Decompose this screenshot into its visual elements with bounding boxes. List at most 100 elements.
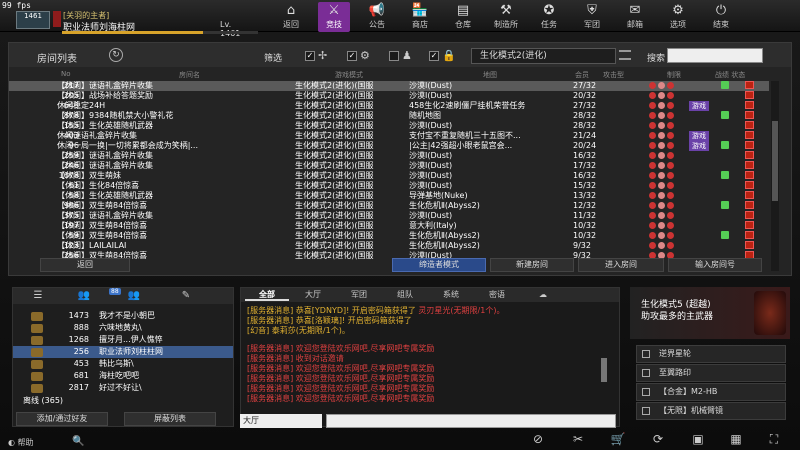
play-icon[interactable] [745,151,754,159]
friend-row[interactable]: 2817 好过不好让\ [13,382,233,394]
play-icon[interactable] [745,171,754,179]
play-icon[interactable] [745,241,754,249]
play-icon[interactable] [745,101,754,109]
enter-room-button[interactable]: 进入房间 [578,258,664,272]
chat-tab[interactable]: ☁ [521,289,565,301]
calendar-icon[interactable]: ▦ [728,432,744,446]
room-row[interactable]: 123 【休闲】LAILAILAI 生化模式2(进化)(国服 生化危机Ⅱ(Abyss2… [9,241,769,251]
chat-input[interactable] [326,414,616,428]
play-icon[interactable] [745,131,754,139]
cart-icon[interactable]: 🛒 [610,432,626,446]
nav-power[interactable]: ⏻ 结束 [705,2,737,32]
play-icon[interactable] [745,221,754,229]
friend-row[interactable]: 888 六味地黄丸\ [13,322,233,334]
filter-checkbox-lock[interactable]: ✓ 🔒 [429,49,469,63]
nav-gear[interactable]: ⚙ 选项 [662,2,694,32]
room-row[interactable]: 205 【休闲】战场补给答题奖励 生化模式2(进化)(国服 沙漠Ⅰ(Dust) 20/3… [9,91,769,101]
room-row[interactable]: 375 【休闲】谜语礼盒碎片收集 生化模式2(进化)(国服 沙漠Ⅰ(Dust) 11/3… [9,211,769,221]
nav-megaphone[interactable]: 📢 公告 [361,2,393,32]
filter-checkbox-soldier[interactable]: ✓ ✢ [305,49,345,63]
tab-friends[interactable]: 👥 [73,290,95,302]
tab-friends-list[interactable]: ☰ [27,290,49,302]
block-list-button[interactable]: 屏蔽列表 [124,412,216,426]
play-icon[interactable] [745,121,754,129]
nav-versus[interactable]: ⚔ 竞技 [318,2,350,32]
room-row[interactable]: 59 【休闲】双生萌84倍惊喜 生化模式2(进化)(国服 生化危机Ⅱ(Abyss2) 1… [9,231,769,241]
play-icon[interactable] [745,201,754,209]
promo-banner[interactable]: 生化模式5 (超越) 助攻最多的主武器 [630,287,790,339]
col-no[interactable]: No [61,70,71,78]
nav-shop[interactable]: 🏪 商店 [404,2,436,32]
col-map[interactable]: 地图 [483,70,497,80]
friend-row[interactable]: 453 韩比乌斯\ [13,358,233,370]
nav-clan[interactable]: ⛨ 军团 [576,2,608,32]
play-icon[interactable] [745,191,754,199]
col-weapons[interactable]: 制限 [667,70,681,80]
back-button[interactable]: 返回 [40,258,130,272]
room-row[interactable]: 403 休闲谜语礼盒碎片收集 生化模式2(进化)(国服 支付宝不重复随机三十五图不..… [9,131,769,141]
room-scrollbar[interactable] [771,81,779,271]
col-players[interactable]: 会员 [575,70,589,80]
room-row[interactable]: 217 【休闲】谜语礼盒碎片收集 生化模式2(进化)(国服 沙漠Ⅰ(Dust) 27/3… [9,81,769,91]
offline-group[interactable]: 离线 (365) [23,395,63,406]
room-row[interactable]: 246 【休闲】谜语礼盒碎片收集 生化模式2(进化)(国服 沙漠Ⅰ(Dust) 17/3… [9,161,769,171]
new-room-button[interactable]: 新建房间 [490,258,574,272]
nav-warehouse[interactable]: ▤ 仓库 [447,2,479,32]
filter-checkbox-players[interactable]: ♟ [389,49,429,63]
play-icon[interactable] [745,231,754,239]
play-icon[interactable] [745,211,754,219]
wrench-icon[interactable]: ✂ [570,432,586,446]
play-icon[interactable] [745,181,754,189]
friend-row[interactable]: 256 职业法师刘柱柱网 [13,346,233,358]
chat-tab[interactable]: 全部 [245,289,289,301]
search-input[interactable] [667,48,763,63]
play-icon[interactable] [745,111,754,119]
list-view-icon[interactable] [619,50,631,60]
item-button-1[interactable]: 逆界星轮 [636,345,786,363]
enter-room-number-button[interactable]: 输入房间号 [668,258,762,272]
room-row[interactable]: 197 【休闲】双生萌84倍惊喜 生化模式2(进化)(国服 意大利(Italy) 10/… [9,221,769,231]
compass-icon[interactable]: ⊘ [530,432,546,446]
col-stats[interactable]: 战绩 状态 [715,70,745,80]
room-row[interactable]: 1078 【休闲】双生萌妹 生化模式2(进化)(国服 沙漠Ⅰ(Dust) 16/32 [9,171,769,181]
room-row[interactable]: 259 【休闲】谜语礼盒碎片收集 生化模式2(进化)(国服 沙漠Ⅰ(Dust) 16/3… [9,151,769,161]
col-mode[interactable]: 游戏模式 [335,70,363,80]
col-attack[interactable]: 攻击型 [603,70,624,80]
item-button-2[interactable]: 至翼路印 [636,364,786,382]
chat-tab[interactable]: 军团 [337,289,381,301]
nav-mail[interactable]: ✉ 邮箱 [619,2,651,32]
play-icon[interactable] [745,91,754,99]
chat-scrollbar[interactable] [601,358,607,382]
player-profile[interactable]: 1461 [关羽的主者] 职业法师刘海柱网 Lv. 1461 [10,9,258,38]
tab-clan[interactable]: 👥 [123,290,145,302]
room-row[interactable]: 155 【休闲】生化英雄随机武器 生化模式2(进化)(国服 沙漠Ⅰ(Dust) 28/3… [9,121,769,131]
room-row[interactable]: 878 【休闲】9384随机禁大小警礼花 生化模式2(进化)(国服 随机地图 28/32 [9,111,769,121]
chat-tab[interactable]: 组队 [383,289,427,301]
room-row[interactable]: 96 休闲一局一换|一切将累都会成为笑柄|... 生化模式2(进化)(国服 |公主|4… [9,141,769,151]
tab-edit[interactable]: ✎ [175,290,197,302]
help-button[interactable]: ◐ 帮助 [8,437,34,448]
add-friend-button[interactable]: 添加/通过好友 [16,412,108,426]
friend-row[interactable]: 681 海柱吃吧吧 [13,370,233,382]
filter-checkbox-gear[interactable]: ✓ ⚙ [347,49,387,63]
play-icon[interactable] [745,161,754,169]
item-button-3[interactable]: 【合金】M2-HB [636,383,786,401]
gift-icon[interactable]: ▣ [690,432,706,446]
play-icon[interactable] [745,141,754,149]
item-button-4[interactable]: 【无限】机械臂镜 [636,402,786,420]
nav-home[interactable]: ⌂ 返回 [275,2,307,32]
room-scroll-thumb[interactable] [772,121,778,201]
friend-row[interactable]: 1473 我才不是小朝巴 [13,310,233,322]
col-name[interactable]: 房间名 [179,70,200,80]
room-row[interactable]: 58 【休闲】生化英雄随机武器 生化模式2(进化)(国服 导弹基地(Nuke) 13/3… [9,191,769,201]
friend-row[interactable]: 1268 擅牙月...伊人憔悴 [13,334,233,346]
cycle-icon[interactable]: ⟳ [650,432,666,446]
chat-tab[interactable]: 系统 [429,289,473,301]
nav-factory[interactable]: ⚒ 制造所 [490,2,522,32]
room-row[interactable]: 986 【休闲】双生萌84倍惊喜 生化模式2(进化)(国服 生化危机Ⅱ(Abyss2)… [9,201,769,211]
nav-mission[interactable]: ✪ 任务 [533,2,565,32]
room-row[interactable]: 643 休闲稳定24H 生化模式2(进化)(国服 458生化2速刷僵尸挂机荣誉任务 27… [9,101,769,111]
chat-tab[interactable]: 大厅 [291,289,335,301]
chat-tab[interactable]: 密语 [475,289,519,301]
observer-mode-button[interactable]: 缔造者模式 [392,258,486,272]
